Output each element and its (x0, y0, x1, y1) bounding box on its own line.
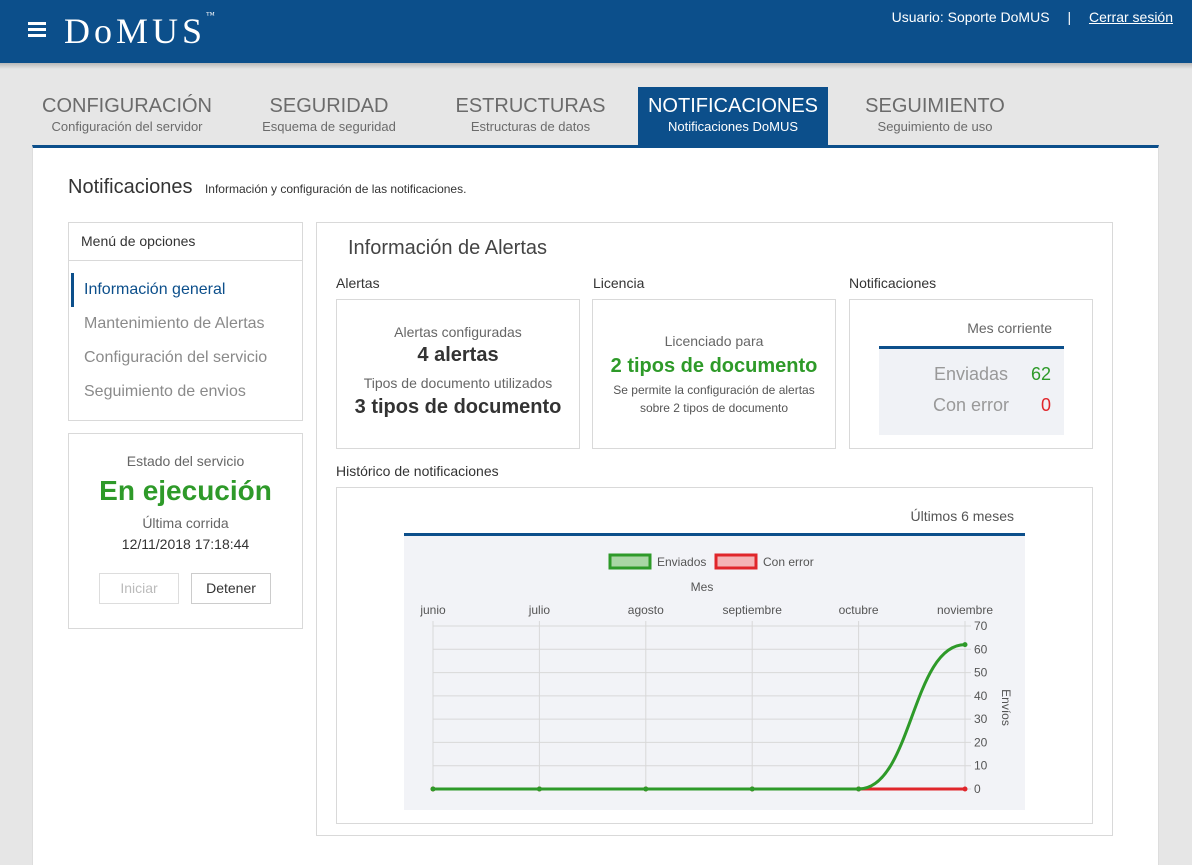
alerts-info-panel: Información de Alertas Alertas Licencia … (316, 222, 1113, 836)
error-value: 0 (1040, 395, 1051, 415)
tab-title: CONFIGURACIÓN (42, 95, 212, 117)
last-run-value: 12/11/2018 17:18:44 (121, 536, 250, 552)
alerts-info-title: Información de Alertas (348, 237, 547, 259)
tab-notificaciones[interactable]: NOTIFICACIONES Notificaciones DoMUS (638, 87, 828, 145)
page-header: Notificaciones Información y configuraci… (68, 176, 466, 199)
history-section-label: Histórico de notificaciones (336, 463, 499, 479)
doc-types-value: 3 tipos de documento (354, 396, 562, 418)
x-tick-label: septiembre (723, 603, 783, 617)
service-status-box: Estado del servicio En ejecución Última … (68, 433, 303, 629)
license-label: Licenciado para (664, 333, 764, 349)
tab-seguridad[interactable]: SEGURIDAD Esquema de seguridad (254, 87, 404, 145)
history-chart: Enviados Con error Mes junio julio agosto sept… (419, 553, 1013, 796)
tab-estructuras[interactable]: ESTRUCTURAS Estructuras de datos (449, 87, 612, 145)
notifications-section-label: Notificaciones (849, 275, 937, 291)
separator: | (1067, 9, 1072, 25)
tab-title: ESTRUCTURAS (455, 95, 606, 117)
start-button[interactable]: Iniciar (99, 573, 179, 604)
legend-label: Con error (763, 555, 814, 569)
license-note-line1: Se permite la configuración de alertas (613, 383, 815, 397)
series-line-enviados (433, 643, 966, 791)
x-tick-label: agosto (628, 603, 664, 617)
user-box: Usuario: Soporte DoMUS | Cerrar sesión (892, 9, 1173, 25)
tab-title: SEGUIMIENTO (865, 95, 1005, 117)
menu-item-mantenimiento-alertas[interactable]: Mantenimiento de Alertas (71, 307, 304, 341)
tab-title: NOTIFICACIONES (647, 95, 818, 117)
tab-title: SEGURIDAD (269, 95, 389, 117)
y-tick-label: 0 (974, 782, 981, 796)
current-month-label: Mes corriente (967, 320, 1052, 336)
y-axis-title: Envíos (999, 689, 1013, 726)
sent-value: 62 (1030, 364, 1051, 384)
x-tick-label: junio (419, 603, 446, 617)
license-value: 2 tipos de documento (610, 355, 818, 377)
license-card: Licenciado para 2 tipos de documento Se … (592, 299, 836, 449)
tab-subtitle: Configuración del servidor (51, 119, 203, 134)
service-status-label: Estado del servicio (126, 453, 245, 469)
y-tick-label: 10 (974, 759, 988, 773)
alerts-card: Alertas configuradas 4 alertas Tipos de … (336, 299, 580, 449)
data-point (962, 642, 968, 648)
options-menu: Menú de opciones Información general Man… (68, 222, 303, 421)
y-tick-label: 50 (974, 666, 988, 680)
x-tick-label: octubre (839, 603, 879, 617)
legend-label: Enviados (657, 555, 706, 569)
menu-item-informacion-general[interactable]: Información general (71, 273, 304, 307)
header-shadow (0, 63, 1192, 69)
data-point (962, 786, 968, 792)
y-tick-label: 30 (974, 712, 988, 726)
sent-row: Enviadas 62 (891, 364, 1051, 385)
doc-types-label: Tipos de documento utilizados (363, 375, 553, 391)
error-label: Con error (932, 395, 1010, 415)
user-label: Usuario: Soporte DoMUS (891, 9, 1050, 25)
legend-swatch (714, 553, 758, 570)
x-tick-label: julio (528, 603, 551, 617)
page-subtitle: Información y configuración de las notif… (204, 182, 467, 196)
data-point (536, 786, 542, 792)
sent-label: Enviadas (933, 364, 1009, 384)
logout-link[interactable]: Cerrar sesión (1089, 9, 1173, 25)
tab-seguimiento[interactable]: SEGUIMIENTO Seguimiento de uso (860, 87, 1010, 145)
tab-subtitle: Estructuras de datos (470, 119, 591, 134)
data-point (643, 786, 649, 792)
current-month-box: Enviadas 62 Con error 0 (879, 346, 1064, 435)
data-point (749, 786, 755, 792)
configured-alerts-value: 4 alertas (417, 344, 499, 366)
legend-swatch (608, 553, 652, 570)
y-tick-label: 70 (974, 619, 988, 633)
data-point (856, 786, 862, 792)
history-period-label: Últimos 6 meses (910, 508, 1014, 524)
page-title: Notificaciones (68, 176, 193, 198)
error-row: Con error 0 (891, 395, 1051, 416)
tab-subtitle: Esquema de seguridad (262, 119, 396, 134)
license-section-label: Licencia (593, 275, 645, 291)
content-panel: Notificaciones Información y configuraci… (32, 145, 1159, 865)
license-note-line2: sobre 2 tipos de documento (639, 401, 789, 415)
service-state: En ejecución (99, 475, 272, 506)
y-tick-label: 40 (974, 689, 988, 703)
history-chart-card: Últimos 6 meses Enviados Con error Mes juni… (336, 487, 1093, 824)
alerts-section-label: Alertas (336, 275, 380, 291)
tab-subtitle: Seguimiento de uso (877, 119, 993, 134)
tab-subtitle: Notificaciones DoMUS (667, 119, 799, 134)
menu-header: Menú de opciones (69, 223, 302, 261)
stop-button[interactable]: Detener (191, 573, 271, 604)
top-bar: DoMUS™ Usuario: Soporte DoMUS | Cerrar s… (0, 0, 1192, 63)
y-tick-label: 20 (974, 735, 988, 749)
logo: DoMUS™ (64, 10, 215, 51)
menu-item-configuracion-servicio[interactable]: Configuración del servicio (71, 341, 304, 375)
notifications-card: Mes corriente Enviadas 62 Con error 0 (849, 299, 1093, 449)
menu-item-seguimiento-envios[interactable]: Seguimiento de envios (71, 375, 304, 409)
hamburger-menu-icon[interactable] (28, 22, 46, 37)
configured-alerts-label: Alertas configuradas (394, 324, 522, 340)
last-run-label: Última corrida (142, 515, 229, 531)
tab-configuracion[interactable]: CONFIGURACIÓN Configuración del servidor (32, 87, 222, 145)
data-point (430, 786, 436, 792)
x-axis-title: Mes (691, 580, 714, 594)
x-tick-label: noviembre (937, 603, 993, 617)
history-chart-area: Enviados Con error Mes junio julio agosto sept… (404, 533, 1025, 810)
y-tick-label: 60 (974, 642, 988, 656)
